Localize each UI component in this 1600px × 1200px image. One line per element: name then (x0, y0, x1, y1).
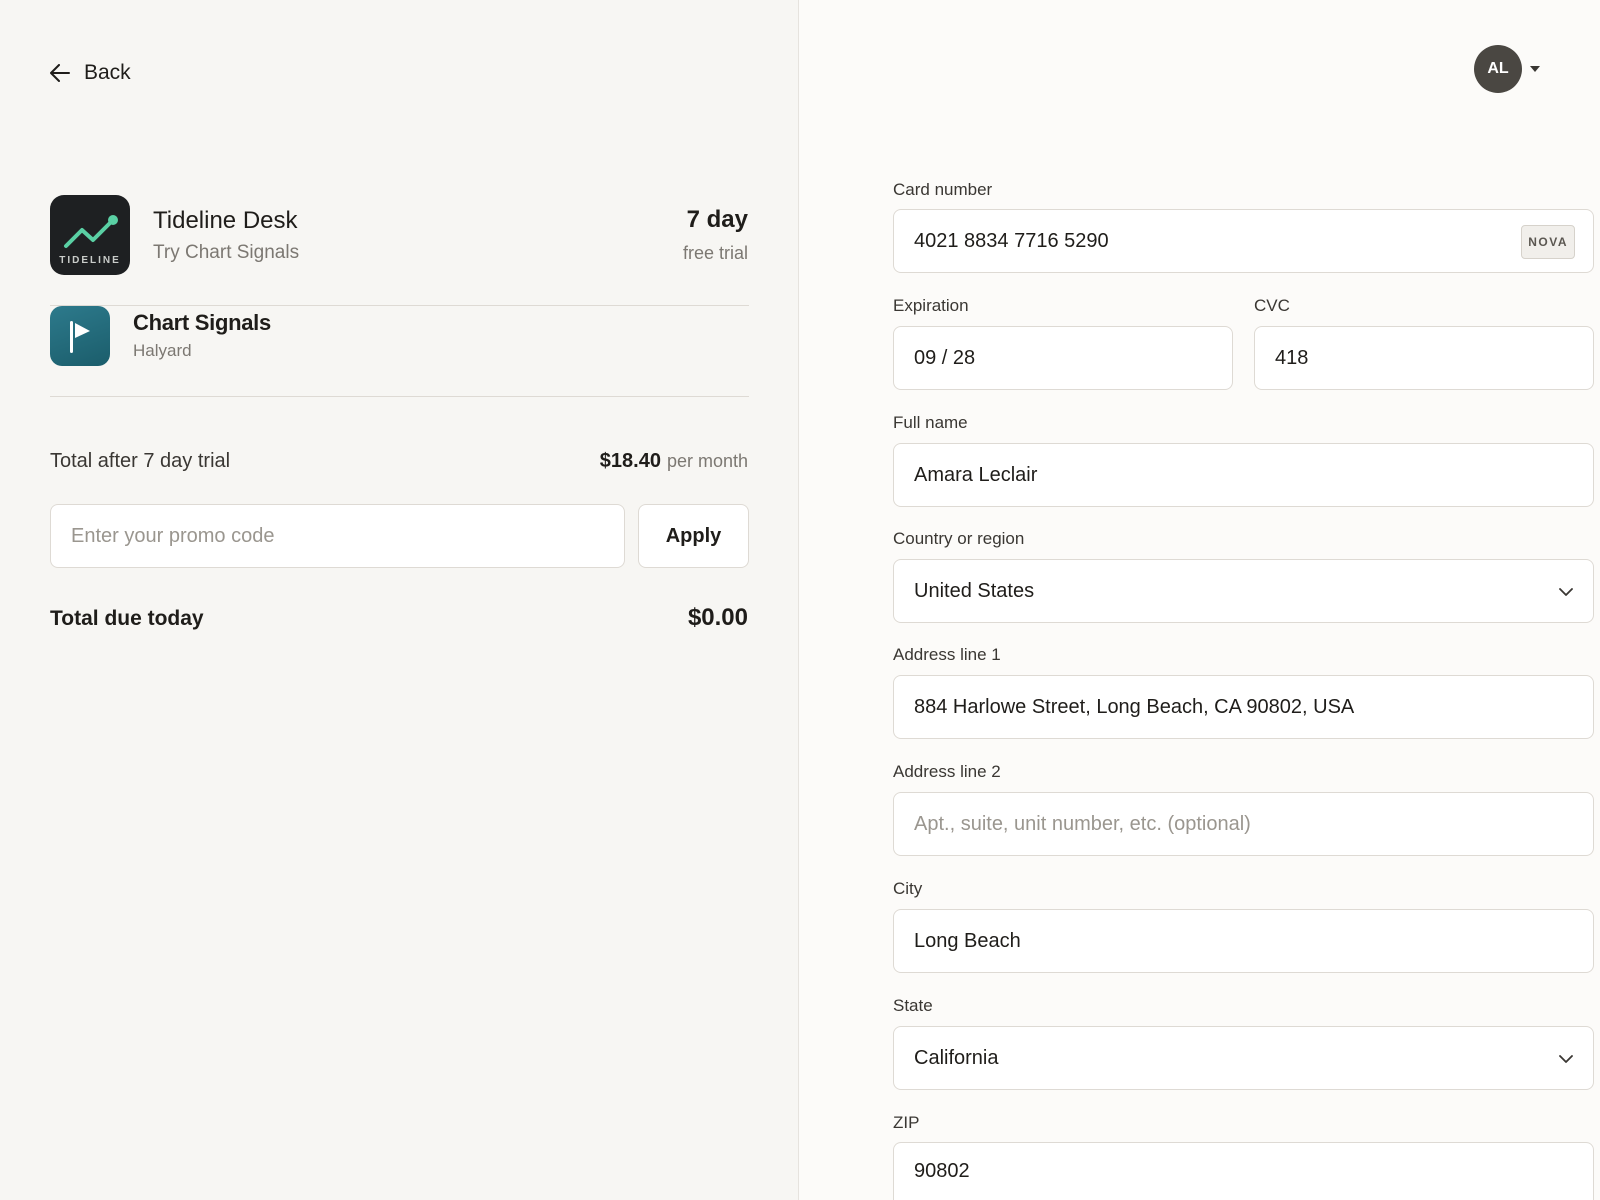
trial-length: 7 day (686, 206, 748, 233)
chevron-down-icon (1559, 1047, 1573, 1070)
cvc-field[interactable]: 418 (1254, 326, 1594, 390)
country-label: Country or region (893, 529, 1025, 548)
country-value: United States (914, 579, 1035, 602)
full-name-label: Full name (893, 413, 968, 432)
city-field[interactable]: Long Beach (893, 909, 1594, 973)
state-select[interactable]: California (893, 1026, 1594, 1090)
card-number-label: Card number (893, 180, 993, 199)
back-label: Back (84, 61, 131, 84)
avatar[interactable]: AL (1474, 45, 1522, 93)
address-line2-input[interactable] (893, 792, 1594, 856)
product-name: Tideline Desk (153, 207, 298, 234)
card-number-value: 4021 8834 7716 5290 (914, 229, 1109, 252)
addon-icon (50, 306, 110, 366)
cvc-value: 418 (1275, 346, 1309, 369)
country-select[interactable]: United States (893, 559, 1594, 623)
divider (50, 396, 749, 397)
product-subtitle: Try Chart Signals (153, 242, 300, 263)
account-menu[interactable]: AL (1474, 45, 1540, 93)
app-icon-brand: TIDELINE (59, 255, 121, 266)
state-value: California (914, 1046, 999, 1069)
full-name-field[interactable]: Amara Leclair (893, 443, 1594, 507)
arrow-left-icon (50, 64, 70, 82)
divider (50, 305, 749, 306)
cvc-label: CVC (1254, 296, 1290, 315)
addon-name: Chart Signals (133, 310, 271, 335)
due-today-label: Total due today (50, 607, 204, 630)
after-trial-price: $18.40 per month (600, 450, 748, 473)
expiration-label: Expiration (893, 296, 969, 315)
full-name-value: Amara Leclair (914, 463, 1038, 486)
back-link[interactable]: Back (50, 58, 131, 88)
card-brand-badge: NOVA (1521, 225, 1575, 259)
zip-value: 90802 (914, 1160, 970, 1182)
state-label: State (893, 996, 933, 1015)
address-line2-label: Address line 2 (893, 762, 1001, 781)
addon-vendor: Halyard (133, 341, 192, 360)
address-line1-value: 884 Harlowe Street, Long Beach, CA 90802… (914, 695, 1355, 718)
after-trial-period: per month (666, 451, 748, 471)
address-line1-label: Address line 1 (893, 645, 1001, 664)
order-summary-panel: Back TIDELINE Tideline Desk Try Chart Si… (0, 0, 799, 1200)
after-trial-label: Total after 7 day trial (50, 450, 231, 472)
due-today-amount: $0.00 (687, 604, 748, 631)
caret-down-icon (1530, 66, 1540, 72)
apply-promo-button[interactable]: Apply (638, 504, 749, 568)
address-line1-field[interactable]: 884 Harlowe Street, Long Beach, CA 90802… (893, 675, 1594, 739)
trend-line-icon (64, 215, 118, 248)
app-icon: TIDELINE (50, 195, 130, 275)
promo-code-input[interactable] (50, 504, 625, 568)
after-trial-amount: $18.40 (599, 450, 661, 472)
flag-icon (70, 321, 90, 353)
city-value: Long Beach (914, 929, 1021, 952)
chevron-down-icon (1559, 580, 1573, 603)
card-number-field[interactable]: 4021 8834 7716 5290 NOVA (893, 209, 1594, 273)
expiration-value: 09 / 28 (914, 346, 976, 369)
trial-note: free trial (682, 243, 748, 263)
expiration-field[interactable]: 09 / 28 (893, 326, 1233, 390)
zip-field[interactable]: 90802 (893, 1142, 1594, 1200)
zip-label: ZIP (893, 1113, 920, 1132)
city-label: City (893, 879, 923, 898)
